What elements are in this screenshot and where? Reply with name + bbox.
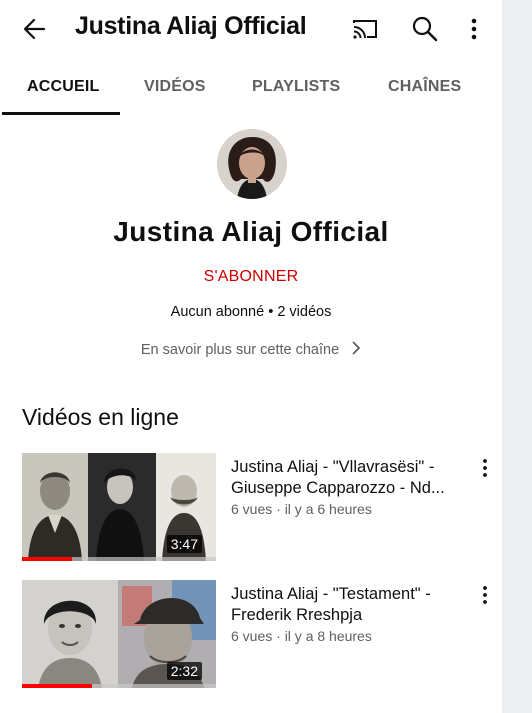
channel-stats: Aucun abonné • 2 vidéos <box>170 304 332 320</box>
about-channel-link[interactable]: En savoir plus sur cette chaîne <box>0 340 502 360</box>
about-channel-label: En savoir plus sur cette chaîne <box>140 342 340 358</box>
page-background <box>502 0 532 713</box>
section-title: Vidéos en ligne <box>22 404 179 430</box>
video-thumbnail[interactable]: 3:47 <box>22 453 216 561</box>
video-title[interactable]: Justina Aliaj - "Testament" - Frederik R… <box>231 584 471 626</box>
search-icon[interactable] <box>410 14 440 44</box>
more-vert-icon[interactable] <box>466 14 482 44</box>
video-meta: 6 vues · il y a 6 heures <box>231 501 372 517</box>
video-thumbnail[interactable]: 2:32 <box>22 580 216 688</box>
channel-name: Justina Aliaj Official <box>113 216 389 247</box>
more-vert-icon[interactable] <box>478 583 492 607</box>
video-list-item[interactable]: 2:32 Justina Aliaj - "Testament" - Frede… <box>0 580 502 690</box>
tab-playlists[interactable]: PLAYLISTS <box>252 78 340 96</box>
tab-videos[interactable]: VIDÉOS <box>144 78 206 96</box>
tab-accueil[interactable]: ACCUEIL <box>27 78 100 96</box>
channel-avatar[interactable] <box>217 129 287 199</box>
watch-progress-bar <box>22 557 73 561</box>
cast-icon[interactable] <box>350 14 380 44</box>
video-meta: 6 vues · il y a 8 heures <box>231 628 372 644</box>
video-list-item[interactable]: 3:47 Justina Aliaj - "Vllavrasësi" - Giu… <box>0 453 502 563</box>
channel-title: Justina Aliaj Official <box>75 12 307 40</box>
watch-progress-bar <box>22 684 92 688</box>
channel-tabs: ACCUEIL VIDÉOS PLAYLISTS CHAÎNES <box>0 62 502 116</box>
tab-chaines[interactable]: CHAÎNES <box>388 78 461 96</box>
chevron-right-icon <box>351 340 361 360</box>
video-duration: 2:32 <box>166 662 202 680</box>
channel-screen: Justina Aliaj Official ACCUEIL VIDÉOS PL… <box>0 0 502 713</box>
back-arrow-icon[interactable] <box>20 14 52 44</box>
video-duration: 3:47 <box>166 535 202 553</box>
top-app-bar: Justina Aliaj Official <box>0 0 502 58</box>
video-title[interactable]: Justina Aliaj - "Vllavrasësi" - Giuseppe… <box>231 457 471 499</box>
subscribe-button[interactable]: S'ABONNER <box>0 268 502 286</box>
active-tab-indicator <box>2 112 120 115</box>
more-vert-icon[interactable] <box>478 456 492 480</box>
